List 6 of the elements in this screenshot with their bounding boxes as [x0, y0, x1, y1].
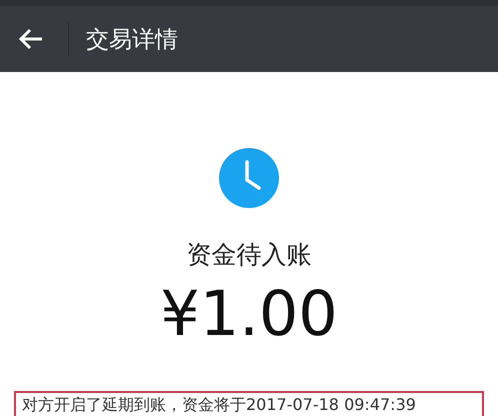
amount-text: ¥1.00: [160, 277, 338, 352]
status-label: 资金待入账: [186, 239, 312, 271]
clock-icon: [219, 148, 279, 208]
page-title: 交易详情: [86, 26, 178, 54]
back-arrow-icon: [18, 28, 44, 50]
notice-text: 对方开启了延期到账，资金将于2017-07-18 09:47:39: [14, 391, 484, 416]
